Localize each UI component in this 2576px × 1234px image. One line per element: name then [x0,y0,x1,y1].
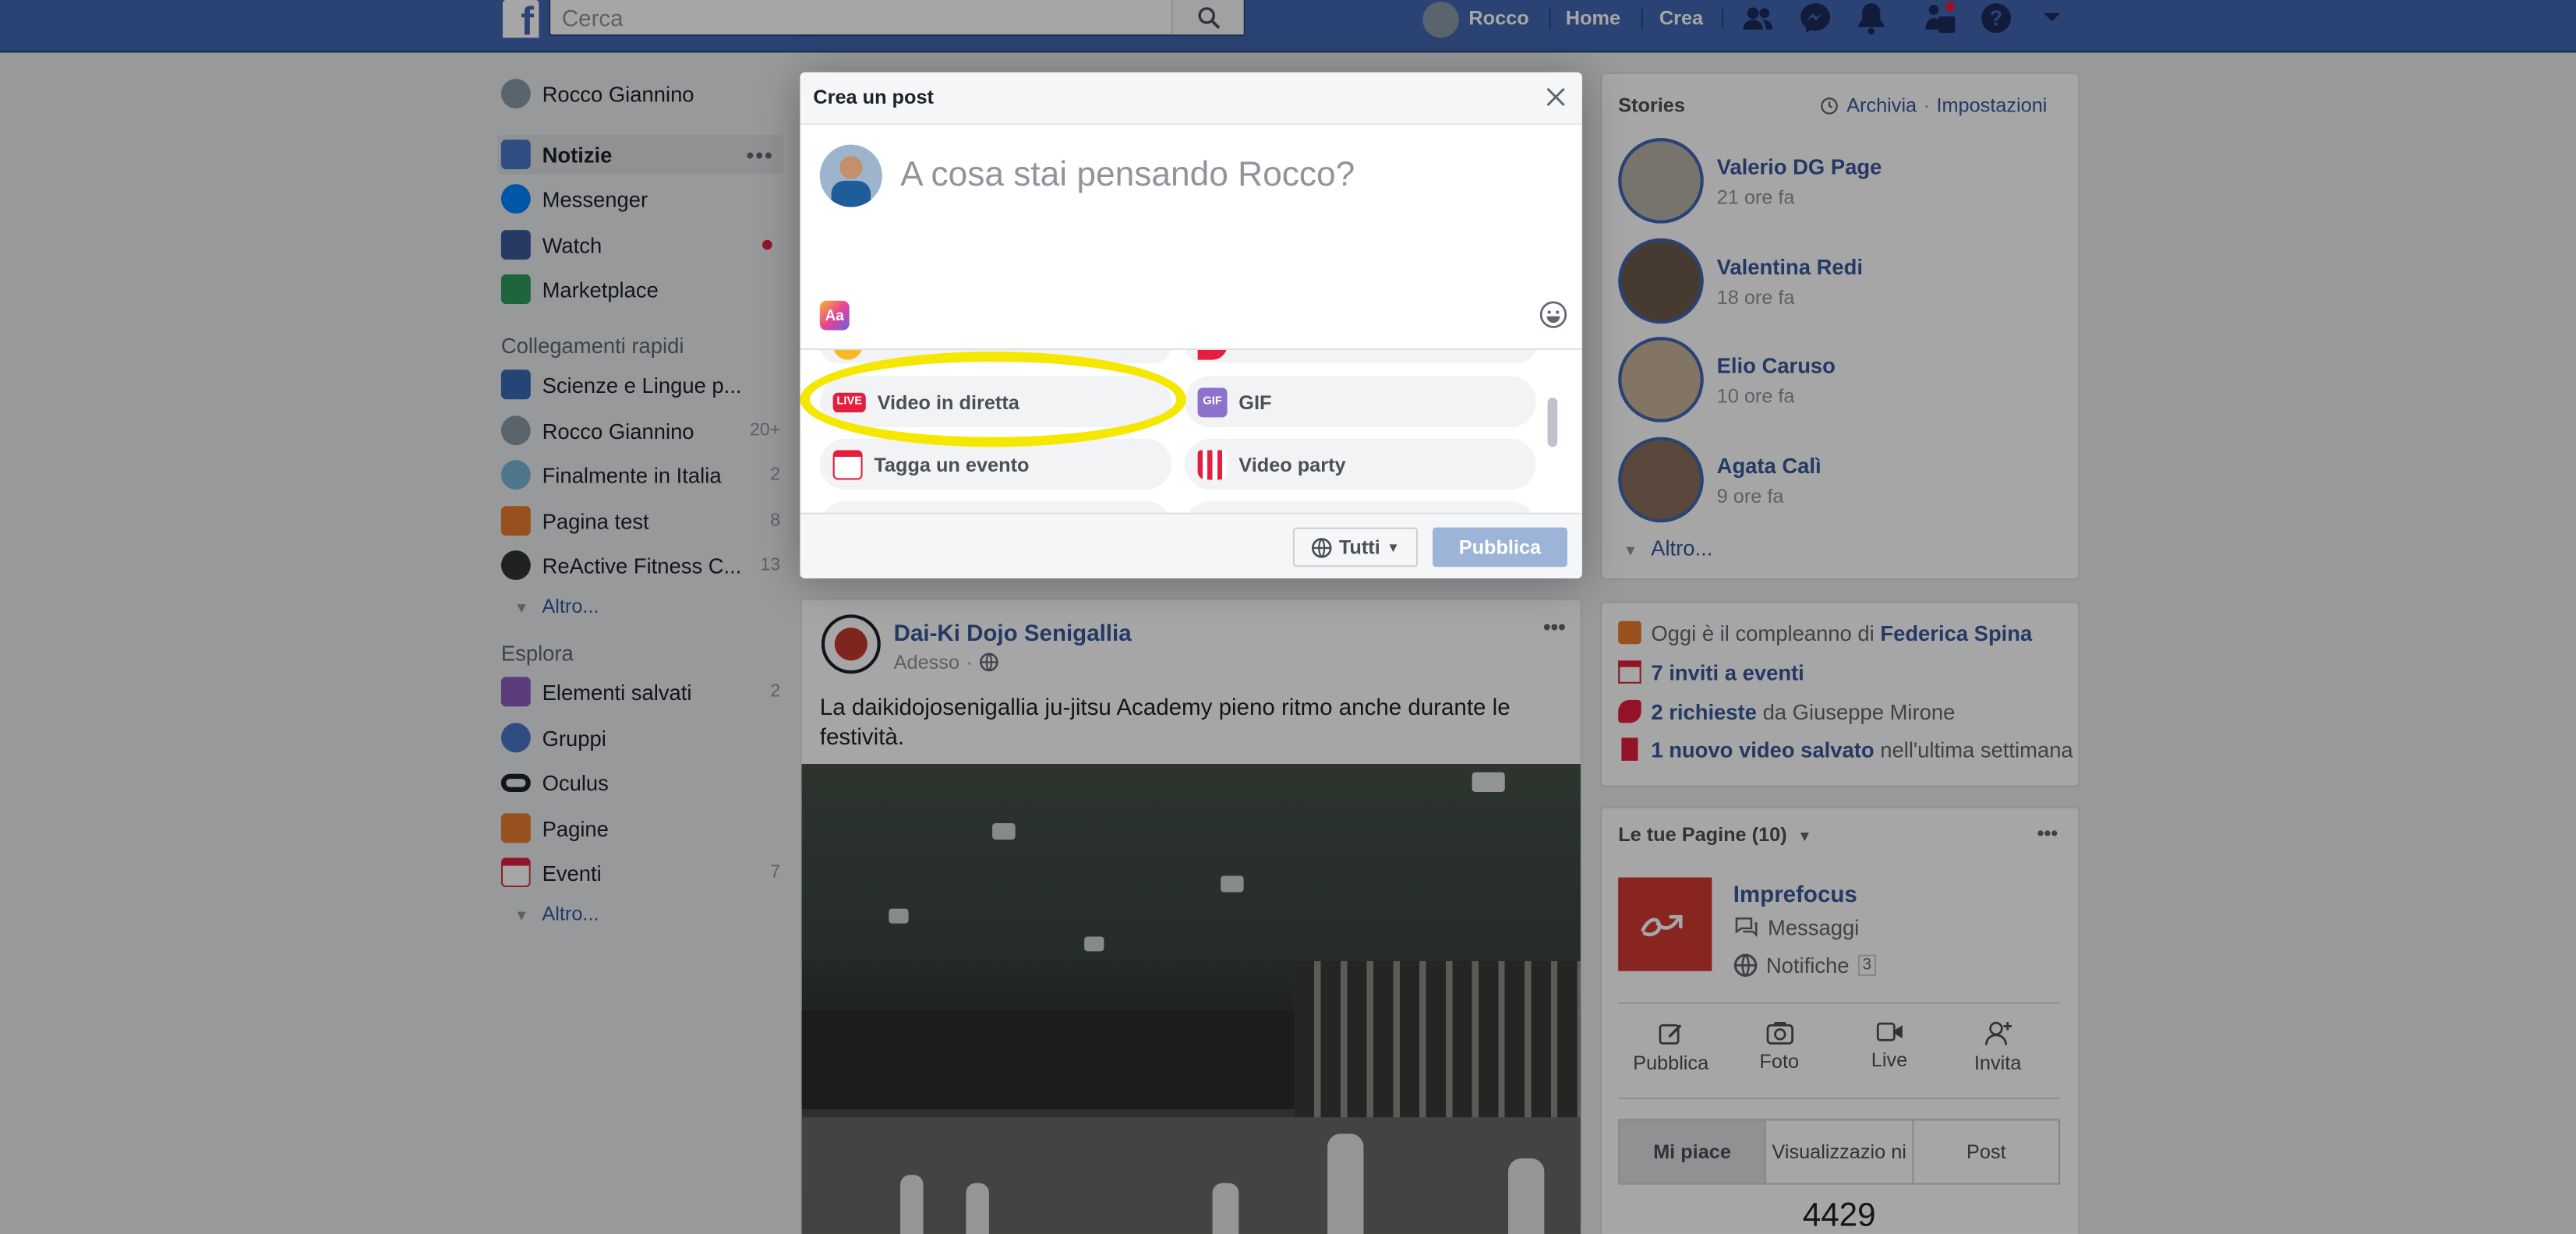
option-video-party[interactable]: Video party [1184,438,1536,490]
feeling-icon [832,349,863,360]
create-post-modal: Crea un post A cosa stai pensando Rocco?… [800,72,1582,578]
close-icon [1546,87,1565,106]
scrollbar-thumb[interactable] [1547,398,1558,447]
publish-button[interactable]: Pubblica [1433,527,1567,567]
text-background-button[interactable]: Aa [819,300,850,331]
modal-footer: Tutti ▼ Pubblica [800,512,1582,578]
popcorn-icon [1197,449,1228,479]
options-scrollbar[interactable] [1546,356,1559,507]
option-label: GIF [1239,390,1272,414]
option-gif[interactable]: GIF GIF [1184,376,1536,428]
smiley-icon [1539,301,1567,328]
option-label: Tagga un evento [874,452,1030,476]
avatar [819,144,882,207]
modal-title: Crea un post [813,85,934,109]
audience-label: Tutti [1338,536,1380,559]
option-label: Video party [1239,452,1346,476]
option-partial[interactable] [1184,500,1536,513]
emoji-button[interactable] [1539,301,1567,329]
close-button[interactable] [1542,83,1569,110]
option-partial[interactable] [1184,349,1536,363]
composer-input[interactable]: A cosa stai pensando Rocco? [900,156,1355,196]
modal-header: Crea un post [800,72,1582,126]
location-icon [1197,349,1228,360]
gif-icon: GIF [1197,387,1228,417]
globe-icon [1311,537,1332,557]
calendar-icon [832,449,863,479]
audience-selector[interactable]: Tutti ▼ [1292,527,1419,567]
caret-down-icon: ▼ [1387,539,1400,555]
highlight-circle [800,352,1186,447]
option-partial[interactable] [819,500,1171,513]
